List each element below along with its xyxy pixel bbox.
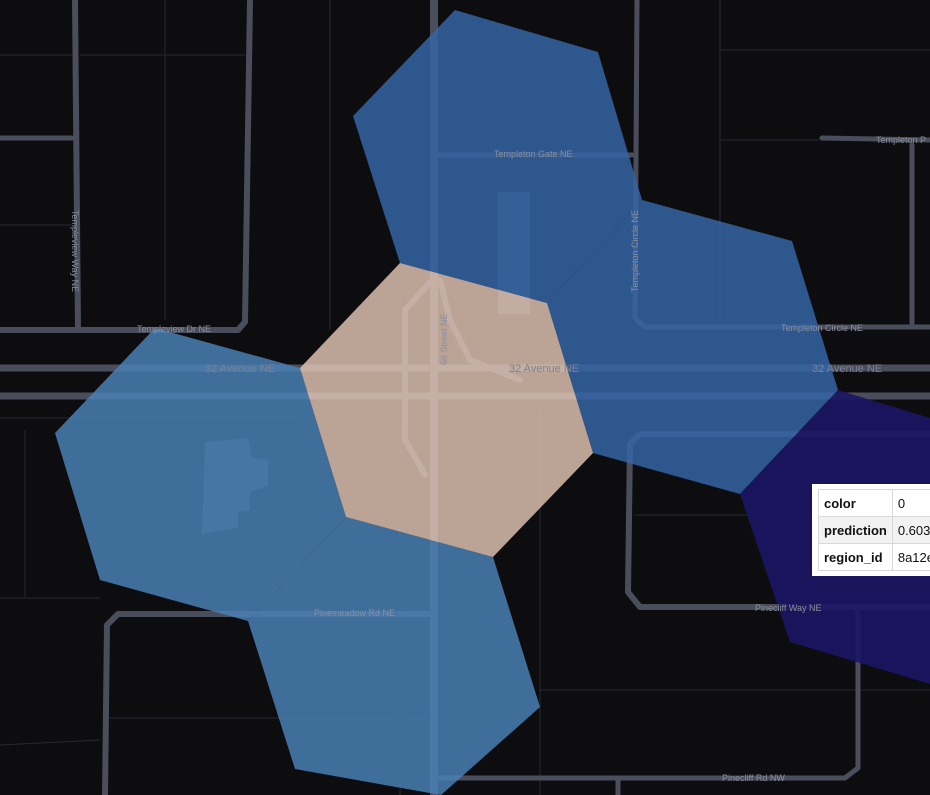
road-label-templeton-top-right: Templeton P	[876, 135, 926, 145]
road-label-pinecliff-rd: Pinecliff Rd NW	[722, 773, 785, 783]
road-label-templeview-dr: Templeview Dr NE	[137, 324, 211, 334]
road-label-templeview-way: Templeview Way NE	[70, 210, 80, 292]
hexagon-layer[interactable]	[55, 10, 930, 795]
road-label-templeton-gate: Templeton Gate NE	[494, 149, 573, 159]
map-canvas[interactable]: Templeview Way NE Templeview Dr NE Templ…	[0, 0, 930, 795]
tooltip-value: 0.603	[891, 516, 930, 544]
tooltip-key: color	[818, 489, 893, 517]
tooltip-row: region_id 8a12e	[818, 543, 930, 571]
region-tooltip: color 0 prediction 0.603 region_id 8a12e	[812, 484, 930, 576]
tooltip-value: 0	[891, 489, 930, 517]
tooltip-key: prediction	[818, 516, 893, 544]
tooltip-row: color 0	[818, 489, 930, 517]
tooltip-value: 8a12e	[891, 543, 930, 571]
road-label-templeton-circle: Templeton Circle NE	[781, 323, 863, 333]
road-label-pinecliff-way: Pinecliff Way NE	[755, 603, 822, 613]
road-label-templeton-circle-vertical: Templeton Circle NE	[630, 210, 640, 292]
tooltip-table: color 0 prediction 0.603 region_id 8a12e	[818, 489, 930, 571]
road-label-32-avenue-east: 32 Avenue NE	[812, 363, 882, 375]
tooltip-key: region_id	[818, 543, 893, 571]
road-label-pinemeadow: Pinemeadow Rd NE	[314, 608, 395, 618]
road-label-68-street: 68 Street NE	[439, 313, 449, 365]
tooltip-row: prediction 0.603	[818, 516, 930, 544]
road-label-32-avenue-mid: 32 Avenue NE	[509, 363, 579, 375]
road-label-32-avenue-west: 32 Avenue NE	[205, 363, 275, 375]
